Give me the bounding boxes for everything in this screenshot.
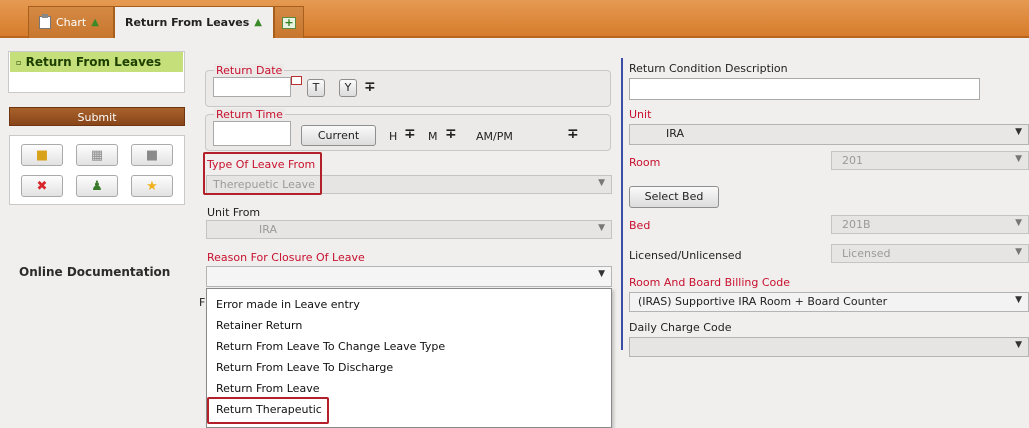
- chevron-down-icon: ▼: [598, 269, 605, 279]
- chevron-down-icon: ▼: [1015, 127, 1022, 137]
- yesterday-button[interactable]: Y: [339, 79, 357, 97]
- daily-charge-label: Daily Charge Code: [629, 321, 732, 334]
- pin-icon[interactable]: ▲: [254, 17, 262, 28]
- dropdown-option[interactable]: Return From Leave To Discharge: [216, 361, 393, 374]
- bullet-icon: ▫: [16, 58, 22, 67]
- annotation-highlight: [203, 152, 322, 195]
- sidebar-item-label: Return From Leaves: [25, 55, 162, 69]
- chevron-down-icon: ▼: [1015, 154, 1022, 164]
- select-bed-button[interactable]: Select Bed: [629, 186, 719, 208]
- today-button[interactable]: T: [307, 79, 325, 97]
- dropdown-option[interactable]: Error made in Leave entry: [216, 298, 360, 311]
- unit-select[interactable]: IRA ▼: [629, 124, 1029, 145]
- unit-from-value: IRA: [259, 223, 277, 236]
- unit-value: IRA: [666, 127, 684, 140]
- room-select: 201 ▼: [831, 151, 1029, 170]
- dropdown-option[interactable]: Return From Leave To Change Leave Type: [216, 340, 445, 353]
- chart-icon: [39, 14, 51, 29]
- ampm-label: AM/PM: [476, 130, 513, 143]
- star-icon[interactable]: ★: [131, 175, 173, 197]
- pin-icon[interactable]: ▲: [91, 17, 99, 28]
- return-time-legend: Return Time: [214, 108, 285, 121]
- cancel-icon[interactable]: ✖: [21, 175, 63, 197]
- chevron-down-icon: ▼: [1015, 218, 1022, 228]
- ampm-spinner-icon[interactable]: ∓: [567, 127, 579, 141]
- column-divider: [621, 58, 623, 350]
- add-tab-button[interactable]: +: [274, 6, 304, 38]
- calendar-icon[interactable]: [291, 76, 302, 85]
- date-spinner-icon[interactable]: ∓: [364, 80, 376, 94]
- submit-button[interactable]: Submit: [9, 107, 185, 126]
- licensed-label: Licensed/Unlicensed: [629, 249, 742, 262]
- minute-label: M: [428, 130, 438, 143]
- return-condition-label: Return Condition Description: [629, 62, 788, 75]
- bed-select: 201B ▼: [831, 215, 1029, 234]
- tab-return-from-leaves-label: Return From Leaves: [125, 16, 250, 29]
- daily-charge-select[interactable]: ▼: [629, 337, 1029, 357]
- chevron-down-icon: ▼: [598, 178, 605, 188]
- licensed-value: Licensed: [842, 247, 891, 260]
- toolbar-panel: ■ ▦ ■ ✖ ♟ ★: [9, 135, 185, 205]
- tab-return-from-leaves[interactable]: Return From Leaves ▲: [114, 6, 274, 38]
- hour-label: H: [389, 130, 398, 143]
- chevron-down-icon: ▼: [1015, 247, 1022, 257]
- dropdown-option[interactable]: Retainer Return: [216, 319, 302, 332]
- billing-code-value: (IRAS) Supportive IRA Room + Board Count…: [638, 295, 888, 308]
- folder-icon[interactable]: ■: [21, 144, 63, 166]
- annotation-highlight: [207, 397, 329, 424]
- tab-bar: Chart ▲ Return From Leaves ▲ +: [0, 0, 1029, 38]
- chevron-down-icon: ▼: [1015, 340, 1022, 350]
- unit-label: Unit: [629, 108, 652, 121]
- chevron-down-icon: ▼: [1015, 295, 1022, 305]
- online-documentation-link[interactable]: Online Documentation: [19, 265, 170, 279]
- reason-for-closure-label: Reason For Closure Of Leave: [207, 251, 365, 264]
- hidden-field-label: F: [199, 296, 206, 309]
- minute-spinner-icon[interactable]: ∓: [445, 127, 457, 141]
- tab-chart-label: Chart: [56, 16, 87, 29]
- unit-from-label: Unit From: [207, 206, 261, 219]
- billing-code-label: Room And Board Billing Code: [629, 276, 791, 289]
- chevron-down-icon: ▼: [598, 223, 605, 233]
- bed-value: 201B: [842, 218, 871, 231]
- current-time-button[interactable]: Current: [301, 125, 376, 146]
- bed-label: Bed: [629, 219, 651, 232]
- return-date-input[interactable]: [213, 77, 291, 97]
- room-value: 201: [842, 154, 863, 167]
- hour-spinner-icon[interactable]: ∓: [404, 127, 416, 141]
- add-tab-icon: +: [282, 16, 296, 29]
- return-time-input[interactable]: [213, 121, 291, 146]
- return-condition-input[interactable]: [629, 78, 980, 100]
- user-edit-icon[interactable]: ♟: [76, 175, 118, 197]
- billing-code-select[interactable]: (IRAS) Supportive IRA Room + Board Count…: [629, 292, 1029, 312]
- sidebar-item-return-from-leaves[interactable]: ▫ Return From Leaves: [10, 52, 183, 72]
- tab-chart[interactable]: Chart ▲: [28, 6, 114, 38]
- return-date-legend: Return Date: [214, 64, 285, 77]
- note-icon[interactable]: ■: [131, 144, 173, 166]
- dropdown-option[interactable]: Return From Leave: [216, 382, 319, 395]
- document-icon[interactable]: ▦: [76, 144, 118, 166]
- unit-from-select: IRA ▼: [206, 220, 612, 239]
- room-label: Room: [629, 156, 661, 169]
- reason-for-closure-select[interactable]: ▼: [206, 266, 612, 287]
- licensed-select: Licensed ▼: [831, 244, 1029, 263]
